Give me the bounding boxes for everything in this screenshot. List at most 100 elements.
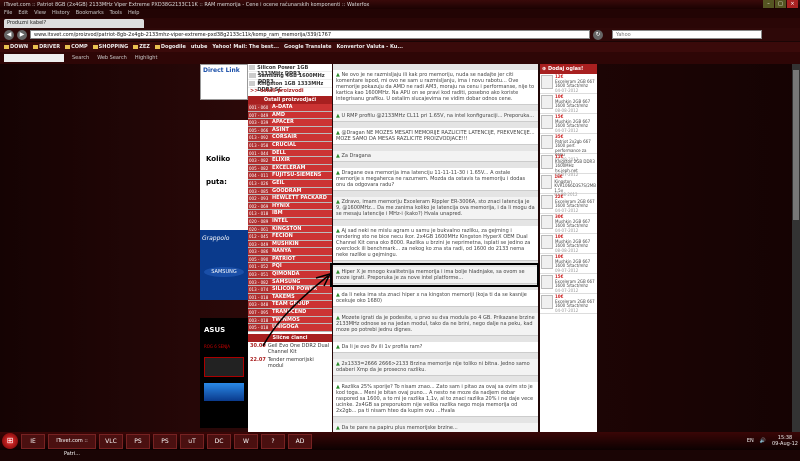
- taskbar-ad[interactable]: AD: [288, 433, 312, 449]
- bookmark-item[interactable]: Konvertor Valuta - Ku...: [337, 44, 404, 50]
- taskbar-ps1[interactable]: PS: [126, 433, 150, 449]
- brand-row[interactable]: 013 - 058 CRUCIAL: [248, 141, 332, 150]
- side-product[interactable]: Kingston 1GB 1333MHz DDR3 SC: [248, 80, 332, 93]
- brand-row[interactable]: 013 - 092 CORSAIR: [248, 134, 332, 142]
- menu-view[interactable]: View: [34, 10, 46, 17]
- brand-row[interactable]: 012 - 045 FECION: [248, 233, 332, 241]
- toolbar-search-button[interactable]: Search: [72, 55, 89, 61]
- grappolo-ad[interactable]: Grappolo SAMSUNG: [200, 230, 248, 300]
- bookmark-item[interactable]: ZEZ: [133, 44, 150, 50]
- brand-code: 005 - 090: [248, 255, 270, 263]
- comment-text: Za Dragana: [341, 153, 371, 159]
- bookmark-item[interactable]: Dogodile: [154, 44, 186, 50]
- search-input[interactable]: Yahoo: [612, 30, 762, 39]
- brand-name: APACER: [270, 119, 332, 126]
- scrollbar-thumb[interactable]: [793, 70, 799, 220]
- bookmark-item[interactable]: COMP: [65, 44, 88, 50]
- taskbar-ie[interactable]: IE: [21, 433, 45, 449]
- classified-ad[interactable]: 10€ Exceleram 2GB 667 1600 5/tact/mhz 04-07…: [540, 294, 597, 314]
- classified-ad[interactable]: 15€ Mushkin 2GB 667 1600 5/tact/mhz 04-07-2…: [540, 114, 597, 134]
- url-bar[interactable]: www.itsvet.com/proizvod/patriot-8gb-2x4g…: [30, 30, 590, 39]
- brand-row[interactable]: 001 - 060 A-DATA: [248, 104, 332, 112]
- classified-ad[interactable]: 22€ Exceleram 2GB 667 1600 5/tact/mhz 04-07…: [540, 194, 597, 214]
- brand-row[interactable]: 003 - 082 ELIXIR: [248, 157, 332, 165]
- bookmark-label: Dogodile: [160, 44, 186, 50]
- taskbar-vlc[interactable]: VLC: [99, 433, 123, 449]
- brand-row[interactable]: 003 - 086 NANYA: [248, 248, 332, 256]
- reload-icon[interactable]: ↻: [593, 29, 603, 40]
- bookmark-item[interactable]: utube: [191, 44, 207, 50]
- classified-ad[interactable]: 35€ Patriot 2x2gb 667 1600 perf. performa…: [540, 134, 597, 161]
- brand-row[interactable]: 020 - 089 INTEL: [248, 217, 332, 226]
- brand-row[interactable]: 002 - 093 HEWLETT PACKARD: [248, 195, 332, 203]
- minimize-button[interactable]: –: [763, 0, 774, 8]
- taskbar-ps2[interactable]: PS: [153, 433, 177, 449]
- volume-icon[interactable]: 🔊: [760, 438, 766, 444]
- taskbar-word[interactable]: W: [234, 433, 258, 449]
- maximize-button[interactable]: □: [775, 0, 786, 8]
- brand-row[interactable]: 013 - 026 GEIL: [248, 179, 332, 188]
- side-product[interactable]: Silicon Power 1GB 1333MHz DDR3: [248, 64, 332, 77]
- toolbar-highlight[interactable]: Highlight: [135, 55, 158, 61]
- asus-ad[interactable]: ASUS ROG 6 SENJA: [200, 318, 248, 428]
- bookmark-item[interactable]: Google Translate: [284, 44, 332, 50]
- bookmark-item[interactable]: DOWN: [4, 44, 28, 50]
- start-button[interactable]: ⊞: [2, 433, 18, 449]
- taskbar-utorrent[interactable]: uT: [180, 433, 204, 449]
- classified-ad[interactable]: 10€ Mushkin 2GB 667 1600 5/tact/mhz 08-08-2…: [540, 94, 597, 114]
- direct-link-ad[interactable]: Direct Link: [200, 64, 248, 100]
- classified-ad[interactable]: 12€ Exceleram 2GB 667 1600 5/tact/mhz 04-07…: [540, 74, 597, 94]
- ad-text: 15€ Exceleram 2GB 667 1600 5/tact/mhz 04-07…: [555, 274, 596, 292]
- toolbar-search-field[interactable]: [4, 54, 64, 62]
- classified-ad[interactable]: 11€ Kingston 2GB DDR3 1600MHz hx.jeph.net…: [540, 154, 597, 177]
- ad-date: 04-07-2012: [555, 127, 579, 133]
- brand-row[interactable]: 002 - 069 HYNIX: [248, 202, 332, 211]
- brand-row[interactable]: 005 - 090 PATRIOT: [248, 255, 332, 264]
- brand-code: 013 - 092: [248, 134, 270, 141]
- menu-help[interactable]: Help: [128, 10, 139, 17]
- close-button[interactable]: ×: [787, 0, 798, 8]
- classified-ad[interactable]: 10€ Mushkin 2GB 667 1600 5/tact/mhz 09-07-2…: [540, 254, 597, 274]
- brand-code: 002 - 069: [248, 202, 270, 210]
- taskbar-unknown[interactable]: ?: [261, 433, 285, 449]
- brand-row[interactable]: 003 - 085 GOODRAM: [248, 187, 332, 196]
- brand-name: KINGSTON: [270, 225, 332, 233]
- taskbar-dc[interactable]: DC: [207, 433, 231, 449]
- brand-row[interactable]: 020 - 061 KINGSTON: [248, 225, 332, 234]
- tab-active[interactable]: Produzni kabel?: [4, 19, 144, 28]
- clock[interactable]: 15:38 09-Aug-12: [772, 435, 798, 447]
- add-ad-header[interactable]: ⊕ Dodaj oglas!: [540, 64, 597, 74]
- menu-edit[interactable]: Edit: [18, 10, 28, 17]
- classified-ad[interactable]: 15€ Exceleram 2GB 667 1600 5/tact/mhz 04-07…: [540, 274, 597, 294]
- bookmark-item[interactable]: Yahoo! Mail: The best...: [212, 44, 279, 50]
- back-icon[interactable]: ◀: [4, 29, 14, 40]
- koliko-ad[interactable]: Koliko puta:: [200, 120, 248, 230]
- bookmark-label: Yahoo! Mail: The best...: [212, 44, 279, 50]
- menu-tools[interactable]: Tools: [110, 10, 122, 17]
- brand-row[interactable]: 003 - 049 MUSHKIN: [248, 240, 332, 249]
- language-indicator[interactable]: EN: [747, 438, 754, 444]
- menu-file[interactable]: File: [4, 10, 12, 17]
- brand-row[interactable]: 003 - 039 APACER: [248, 119, 332, 127]
- brand-row[interactable]: 004 - 011 FUJITSU-SIEMENS: [248, 172, 332, 180]
- brand-row[interactable]: 005 - 066 ASINT: [248, 126, 332, 135]
- more-products-link[interactable]: >> ostali proizvodi: [248, 88, 332, 94]
- bookmark-item[interactable]: SHOPPING: [92, 44, 128, 50]
- brand-row[interactable]: 005 - 082 EXCELERAM: [248, 164, 332, 173]
- taskbar-browser[interactable]: ITsvet.com :: Patri...: [48, 433, 96, 457]
- side-product[interactable]: Samsung 4GB 1600MHz DDR3: [248, 72, 332, 85]
- forward-icon[interactable]: ▶: [17, 29, 27, 40]
- toolbar-web-search[interactable]: Web Search: [97, 55, 127, 61]
- classified-ad[interactable]: 10€ Mushkin 2GB 667 1600 5/tact/mhz 08-08-2…: [540, 234, 597, 254]
- brand-row[interactable]: 001 - 044 DELL: [248, 149, 332, 158]
- comment-list: ▲ Ne ovo je ne razmisljaju ili kak pro m…: [333, 64, 538, 432]
- classified-ad[interactable]: 16€ Kingston KVR1066D3S7S/2MB 1.5v 01-08-2…: [540, 174, 597, 197]
- news-item[interactable]: 22.07 Tender memorijski modul: [248, 356, 332, 370]
- bookmark-item[interactable]: DRIVER: [33, 44, 60, 50]
- menu-bookmarks[interactable]: Bookmarks: [76, 10, 104, 17]
- classified-ad[interactable]: 30€ Mushkin 2GB 667 1600 5/tact/mhz 04-07-2…: [540, 214, 597, 234]
- comment-text: Da li je ovo 8v ili 1v profila ram?: [341, 344, 423, 350]
- brand-row[interactable]: 007 - 049 AMD: [248, 111, 332, 120]
- brand-row[interactable]: 013 - 018 IBM: [248, 210, 332, 218]
- menu-history[interactable]: History: [52, 10, 70, 17]
